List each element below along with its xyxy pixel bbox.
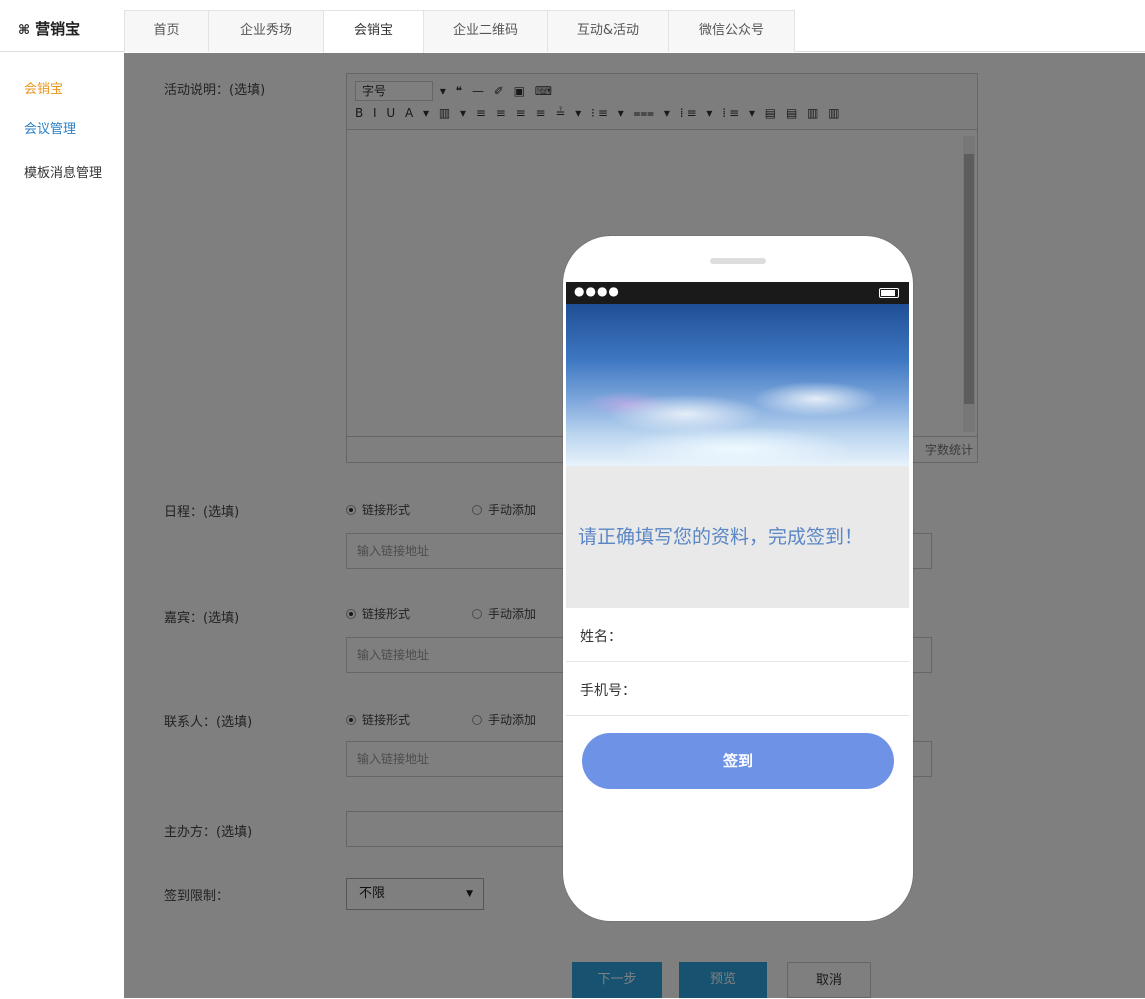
brand: ⌘ 营销宝 [18, 18, 80, 39]
tab-home[interactable]: 首页 [124, 10, 209, 52]
sidebar: 会销宝 会议管理 模板消息管理 [0, 53, 124, 998]
name-field[interactable]: 姓名： [566, 608, 909, 662]
phone-status-bar: ●●●● [566, 282, 909, 304]
name-field-label: 姓名： [580, 629, 622, 645]
tab-company-showcase[interactable]: 企业秀场 [208, 10, 324, 52]
tab-wechat-official[interactable]: 微信公众号 [668, 10, 795, 52]
tab-interaction-activity[interactable]: 互动&活动 [547, 10, 669, 52]
phone-speaker [710, 258, 766, 264]
battery-icon [879, 288, 899, 298]
phone-preview: ●●●● 请正确填写您的资料，完成签到！ 姓名： 手机号： 签到 [563, 236, 913, 921]
phone-number-field-label: 手机号： [580, 683, 636, 699]
headline-text: 请正确填写您的资料，完成签到！ [578, 526, 864, 548]
phone-number-field[interactable]: 手机号： [566, 662, 909, 716]
brand-name: 营销宝 [35, 20, 81, 38]
sidebar-item-conference-marketing[interactable]: 会销宝 [24, 78, 63, 97]
signal-icon: ●●●● [574, 284, 620, 298]
brand-logo-icon: ⌘ [18, 23, 31, 38]
sign-in-button[interactable]: 签到 [582, 733, 894, 789]
sidebar-item-meeting-management[interactable]: 会议管理 [24, 118, 76, 137]
main-tabs: 首页 企业秀场 会销宝 企业二维码 互动&活动 微信公众号 [124, 10, 795, 53]
headline-box: 请正确填写您的资料，完成签到！ [566, 466, 909, 608]
tab-conference-marketing[interactable]: 会销宝 [323, 10, 424, 53]
phone-screen: ●●●● 请正确填写您的资料，完成签到！ 姓名： 手机号： 签到 [566, 282, 909, 879]
sidebar-item-template-messages[interactable]: 模板消息管理 [24, 162, 102, 181]
sky-banner-image [566, 304, 909, 466]
top-nav-bar: ⌘ 营销宝 首页 企业秀场 会销宝 企业二维码 互动&活动 微信公众号 [0, 0, 1145, 53]
tab-company-qrcode[interactable]: 企业二维码 [423, 10, 548, 52]
